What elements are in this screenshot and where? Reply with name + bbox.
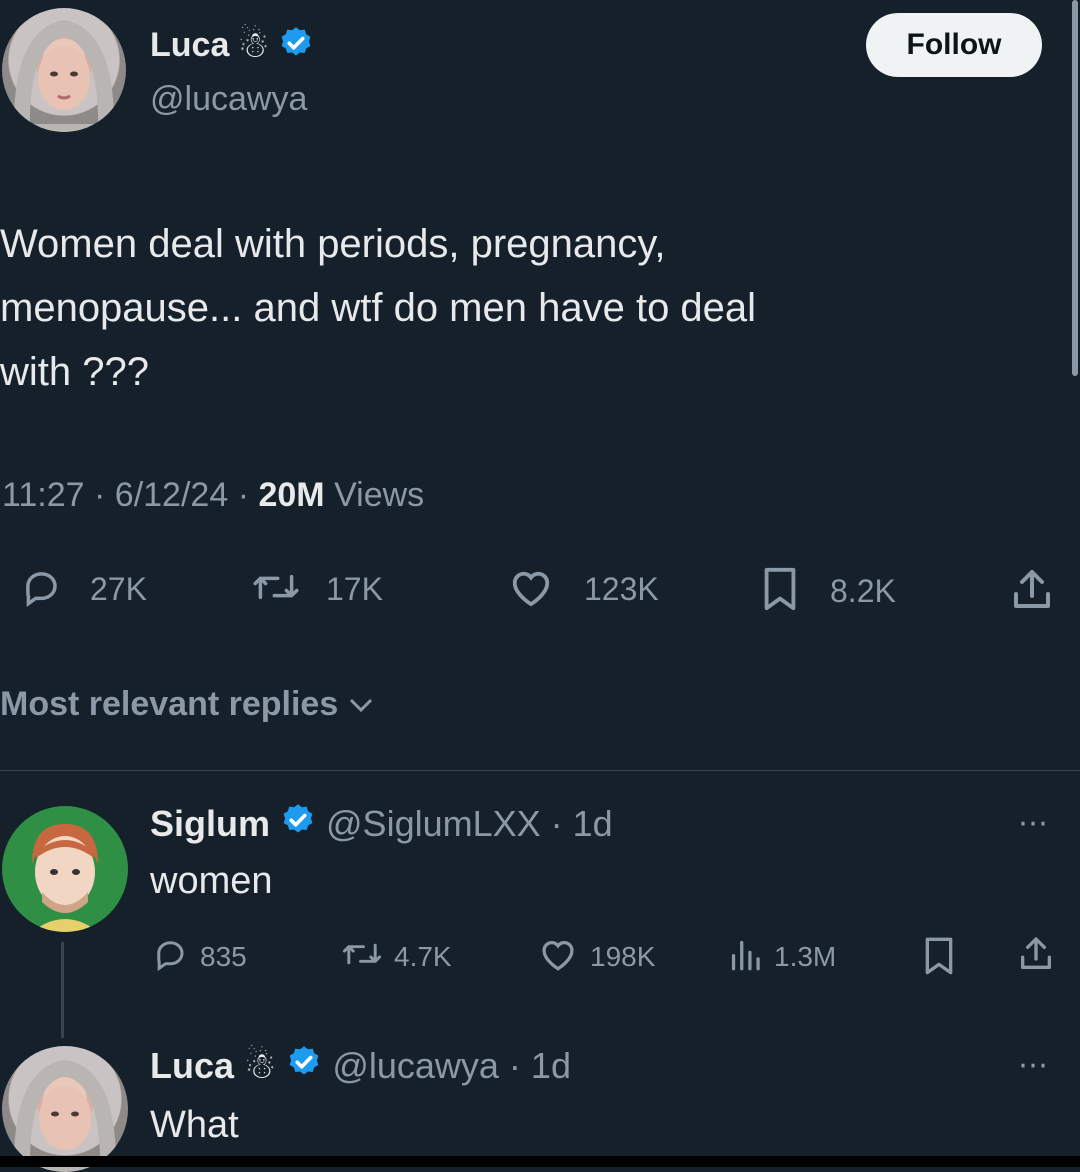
- sort-label: Most relevant replies: [0, 685, 339, 723]
- repost-icon: [250, 566, 302, 613]
- share-icon: [1008, 566, 1056, 619]
- reply-icon: [20, 566, 62, 613]
- reply-header: Siglum @SiglumLXX · 1d: [150, 800, 613, 848]
- like-action[interactable]: 123K: [508, 566, 659, 613]
- reply-action[interactable]: 27K: [20, 566, 147, 613]
- like-icon: [538, 936, 578, 977]
- tweet-date[interactable]: 6/12/24: [115, 476, 228, 514]
- author-handle[interactable]: @lucawya: [150, 80, 307, 119]
- share-icon: [1016, 934, 1056, 979]
- reply2-age[interactable]: 1d: [531, 1045, 571, 1087]
- author-name[interactable]: Luca: [150, 26, 229, 65]
- reply-views-count: 1.3M: [774, 940, 837, 972]
- reply2-author-handle[interactable]: @lucawya: [332, 1045, 499, 1087]
- reply-avatar[interactable]: [2, 806, 128, 932]
- reply-text: women: [150, 860, 273, 902]
- chevron-down-icon: [348, 685, 374, 724]
- snowman-icon: ☃: [237, 24, 270, 65]
- tweet-text-line: menopause... and wtf do men have to deal: [0, 286, 757, 330]
- reply-author-name[interactable]: Siglum: [150, 803, 270, 845]
- reply-share-action[interactable]: [1016, 934, 1056, 979]
- sort-replies[interactable]: Most relevant replies: [0, 685, 374, 724]
- tweet-text-line: with ???: [0, 350, 149, 394]
- views-label: Views: [334, 476, 425, 514]
- repost-icon: [340, 936, 384, 977]
- author-avatar[interactable]: [2, 8, 126, 132]
- reply-like-action[interactable]: 198K: [538, 936, 655, 977]
- snowman-icon: ☃: [244, 1045, 277, 1086]
- reply-views-action[interactable]: 1.3M: [728, 936, 836, 977]
- more-icon[interactable]: ⋯: [1018, 806, 1049, 841]
- verified-icon: [280, 802, 316, 847]
- verified-icon: [286, 1044, 322, 1089]
- repost-action[interactable]: 17K: [250, 566, 383, 613]
- scrollbar[interactable]: [1072, 0, 1078, 376]
- like-icon: [508, 566, 554, 613]
- bookmark-icon: [760, 566, 800, 617]
- author-name-row[interactable]: Luca ☃: [150, 22, 314, 68]
- verified-icon: [278, 25, 314, 66]
- reply-reply-count: 835: [200, 940, 247, 972]
- views-icon: [728, 936, 762, 977]
- more-icon[interactable]: ⋯: [1018, 1048, 1049, 1083]
- views-count: 20M: [258, 476, 325, 514]
- bookmark-count: 8.2K: [830, 573, 896, 609]
- reply2-header: Luca ☃ @lucawya · 1d: [150, 1042, 571, 1090]
- like-count: 123K: [584, 571, 659, 607]
- thread-line: [61, 942, 64, 1038]
- reply-reply-action[interactable]: 835: [152, 936, 247, 977]
- divider: [0, 770, 1080, 771]
- reply-bookmark-action[interactable]: [922, 936, 956, 981]
- follow-button[interactable]: Follow: [866, 13, 1042, 77]
- bottom-bar: [0, 1156, 1080, 1167]
- repost-count: 17K: [326, 571, 383, 607]
- reply2-avatar[interactable]: [2, 1046, 128, 1172]
- reply2-text: What: [150, 1104, 239, 1146]
- reply-count: 27K: [90, 571, 147, 607]
- reply2-author-name[interactable]: Luca: [150, 1045, 234, 1087]
- reply-author-handle[interactable]: @SiglumLXX: [326, 803, 541, 845]
- reply-like-count: 198K: [590, 940, 656, 972]
- share-action[interactable]: [1008, 566, 1056, 619]
- tweet-text: Women deal with periods, pregnancy, meno…: [0, 212, 756, 404]
- reply-repost-count: 4.7K: [394, 940, 452, 972]
- bookmark-icon: [922, 936, 956, 981]
- tweet-meta: 11:27 · 6/12/24 · 20M Views: [2, 476, 425, 514]
- reply-repost-action[interactable]: 4.7K: [340, 936, 452, 977]
- reply-age[interactable]: 1d: [573, 803, 613, 845]
- reply-icon: [152, 936, 188, 977]
- bookmark-action[interactable]: 8.2K: [760, 566, 896, 617]
- tweet-text-line: Women deal with periods, pregnancy,: [0, 222, 666, 266]
- tweet-time[interactable]: 11:27: [2, 476, 85, 514]
